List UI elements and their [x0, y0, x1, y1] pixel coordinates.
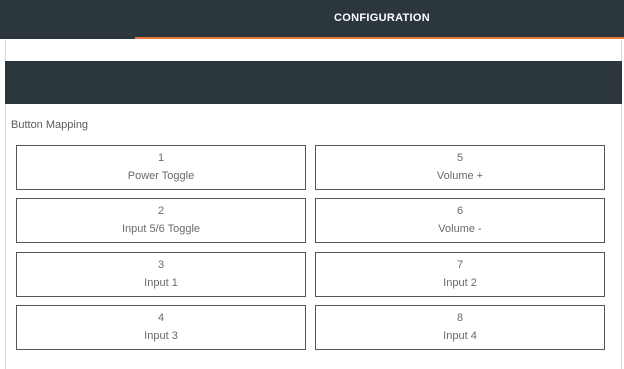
mapping-button-label: Input 5/6 Toggle — [121, 223, 201, 235]
mapping-button-6[interactable]: 6 Volume - — [315, 198, 605, 243]
mapping-button-label: Volume - — [438, 223, 482, 235]
mapping-button-number: 2 — [157, 205, 165, 217]
mapping-button-label: Input 1 — [144, 277, 178, 289]
page-title: CONFIGURATION — [334, 12, 430, 24]
mapping-button-label: Volume + — [436, 170, 484, 182]
mapping-button-8[interactable]: 8 Input 4 — [315, 305, 605, 350]
mapping-button-number: 7 — [456, 259, 464, 271]
mapping-button-number: 6 — [456, 205, 464, 217]
mapping-button-label: Power Toggle — [127, 170, 195, 182]
mapping-button-number: 5 — [456, 152, 464, 164]
mapping-button-number: 8 — [456, 312, 464, 324]
mapping-button-label: Input 4 — [443, 330, 477, 342]
panel-header-bar — [5, 61, 622, 104]
mapping-button-7[interactable]: 7 Input 2 — [315, 252, 605, 297]
mapping-button-2[interactable]: 2 Input 5/6 Toggle — [16, 198, 306, 243]
mapping-button-5[interactable]: 5 Volume + — [315, 145, 605, 190]
mapping-button-3[interactable]: 3 Input 1 — [16, 252, 306, 297]
mapping-button-number: 3 — [157, 259, 165, 271]
mapping-button-1[interactable]: 1 Power Toggle — [16, 145, 306, 190]
mapping-button-4[interactable]: 4 Input 3 — [16, 305, 306, 350]
section-label-button-mapping: Button Mapping — [11, 119, 89, 131]
mapping-button-label: Input 3 — [144, 330, 178, 342]
mapping-button-number: 1 — [157, 152, 165, 164]
tab-indicator-inactive — [0, 37, 135, 39]
mapping-button-number: 4 — [157, 312, 165, 324]
tab-indicator-active — [135, 37, 624, 39]
mapping-button-label: Input 2 — [443, 277, 477, 289]
